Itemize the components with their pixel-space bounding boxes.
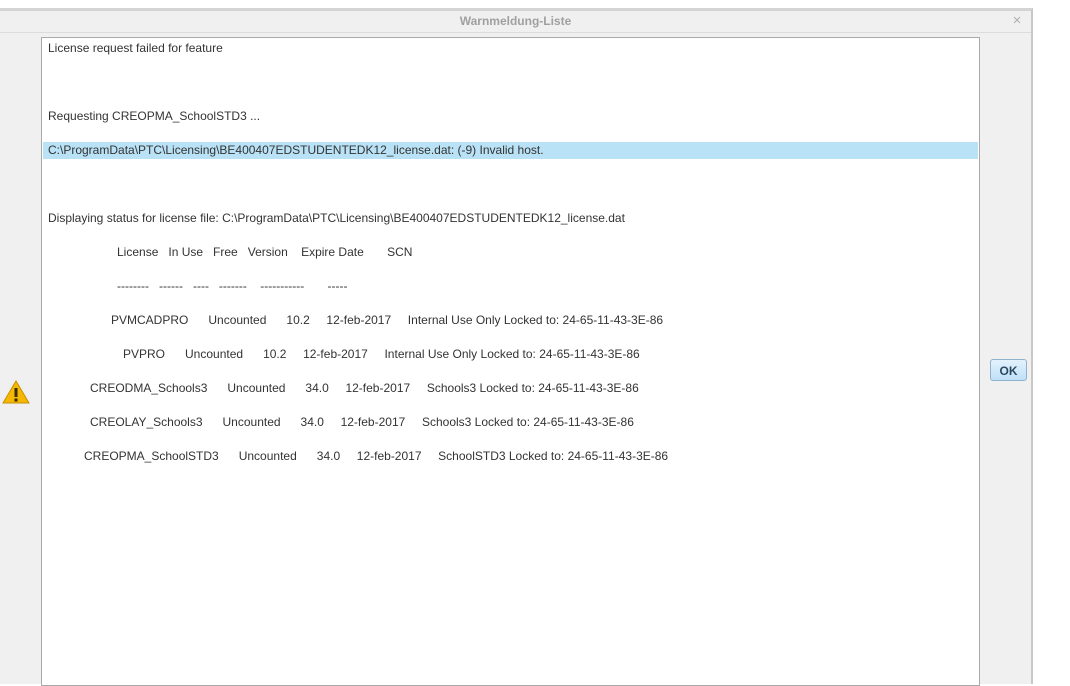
list-item: PVPRO Uncounted 10.2 12-feb-2017 Interna… (42, 346, 979, 363)
list-item-text: Requesting CREOPMA_SchoolSTD3 ... (48, 109, 261, 123)
list-item-text: -------- ------ ---- ------- -----------… (117, 279, 348, 293)
list-item-text: C:\ProgramData\PTC\Licensing\BE400407EDS… (48, 143, 544, 157)
list-item: Displaying status for license file: C:\P… (42, 210, 979, 227)
list-item-text: PVPRO Uncounted 10.2 12-feb-2017 Interna… (123, 347, 640, 361)
list-item: -------- ------ ---- ------- -----------… (42, 278, 979, 295)
list-item-text: License request failed for feature (48, 41, 223, 55)
list-item-text: CREODMA_Schools3 Uncounted 34.0 12-feb-2… (90, 381, 639, 395)
close-icon[interactable]: × (1009, 12, 1025, 30)
button-panel: OK (984, 33, 1031, 684)
warning-list-dialog: Warnmeldung-Liste × License request fail… (0, 8, 1033, 686)
list-item: CREOLAY_Schools3 Uncounted 34.0 12-feb-2… (42, 414, 979, 431)
list-item: License In Use Free Version Expire Date … (42, 244, 979, 261)
ok-button[interactable]: OK (990, 359, 1027, 381)
window-title: Warnmeldung-Liste (459, 14, 572, 28)
title-bar[interactable]: Warnmeldung-Liste × (0, 11, 1031, 33)
message-list[interactable]: License request failed for feature Reque… (41, 37, 980, 686)
warning-icon (2, 380, 30, 404)
list-item-text: CREOPMA_SchoolSTD3 Uncounted 34.0 12-feb… (84, 449, 669, 463)
list-item: CREODMA_Schools3 Uncounted 34.0 12-feb-2… (42, 380, 979, 397)
list-item-text: Displaying status for license file: C:\P… (48, 211, 625, 225)
icon-panel (0, 33, 40, 684)
list-item-selected[interactable]: C:\ProgramData\PTC\Licensing\BE400407EDS… (43, 142, 978, 159)
list-item: License request failed for feature (42, 40, 979, 57)
list-item-text: License In Use Free Version Expire Date … (117, 245, 413, 259)
list-item: Requesting CREOPMA_SchoolSTD3 ... (42, 108, 979, 125)
list-item-text: PVMCADPRO Uncounted 10.2 12-feb-2017 Int… (111, 313, 664, 327)
list-item: PVMCADPRO Uncounted 10.2 12-feb-2017 Int… (42, 312, 979, 329)
list-item: CREOPMA_SchoolSTD3 Uncounted 34.0 12-feb… (42, 448, 979, 465)
list-item-text: CREOLAY_Schools3 Uncounted 34.0 12-feb-2… (90, 415, 634, 429)
